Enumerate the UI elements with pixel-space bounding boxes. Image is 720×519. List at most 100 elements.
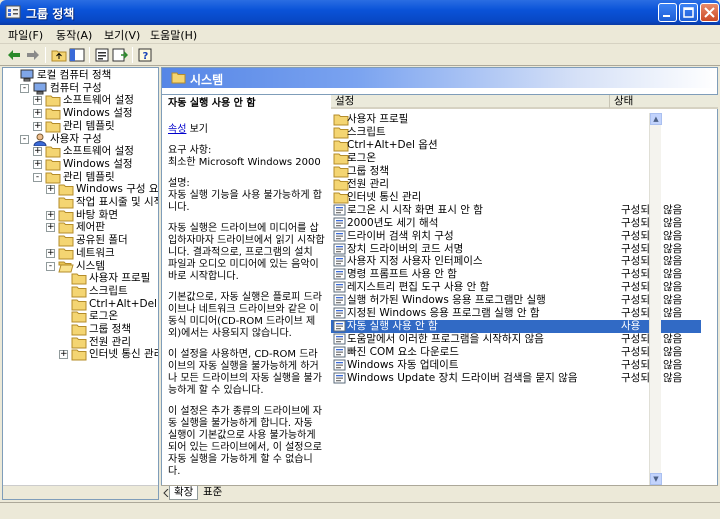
setting-row[interactable]: 스크립트 xyxy=(331,126,701,139)
minimize-icon xyxy=(663,15,670,17)
setting-row[interactable]: 인터넷 통신 관리 xyxy=(331,191,701,204)
tree-node-label: 소프트웨어 설정 xyxy=(63,94,134,107)
setting-row[interactable]: 로그온 xyxy=(331,152,701,165)
folder-icon xyxy=(333,191,349,204)
description-paragraph: 이 설정을 사용하면, CD-ROM 드라이브의 자동 실행을 불가능하게 하거… xyxy=(168,349,322,396)
folder-icon xyxy=(333,113,349,126)
up-one-level-button[interactable] xyxy=(51,47,67,63)
maximize-button[interactable] xyxy=(679,3,698,22)
expand-icon[interactable]: + xyxy=(59,350,68,360)
show-hide-tree-button[interactable] xyxy=(69,47,85,63)
folder-icon xyxy=(333,126,349,139)
collapse-icon[interactable]: - xyxy=(33,172,42,182)
back-arrow-icon xyxy=(8,50,20,60)
setting-name: 사용자 프로필 xyxy=(347,113,409,125)
setting-row[interactable]: 실행 허가된 Windows 응용 프로그램만 실행 구성되지 않음 xyxy=(331,294,701,307)
forward-arrow-icon xyxy=(27,50,39,60)
help-button[interactable]: ? xyxy=(137,47,153,63)
setting-name: 지정된 Windows 응용 프로그램 실행 안 함 xyxy=(347,307,540,320)
explanation-label: 설명: xyxy=(168,178,190,189)
tree-horizontal-scrollbar[interactable] xyxy=(3,485,158,499)
setting-row[interactable]: 사용자 지정 사용자 인터페이스 구성되지 않음 xyxy=(331,255,701,268)
export-list-button[interactable] xyxy=(112,47,128,63)
tree-node-label: 시스템 xyxy=(76,259,105,272)
setting-row[interactable]: Windows Update 장치 드라이버 검색을 묻지 않음 구성되지 않음 xyxy=(331,372,701,385)
expand-icon[interactable]: + xyxy=(33,96,42,106)
folder-icon xyxy=(58,196,74,209)
setting-name: 인터넷 통신 관리 xyxy=(347,190,422,203)
expand-icon[interactable]: + xyxy=(46,185,55,195)
setting-name: 자동 실행 사용 안 함 xyxy=(347,320,438,333)
expand-icon[interactable]: + xyxy=(33,147,42,157)
setting-row[interactable]: 사용자 프로필 xyxy=(331,113,701,126)
back-button[interactable] xyxy=(6,47,22,63)
tree-node-label: 컴퓨터 구성 xyxy=(50,81,102,94)
setting-row[interactable]: 지정된 Windows 응용 프로그램 실행 안 함 구성되지 않음 xyxy=(331,307,701,320)
list-vertical-scrollbar[interactable]: ▲ ▼ xyxy=(649,113,662,485)
setting-row[interactable]: 자동 실행 사용 안 함 사용 xyxy=(331,320,701,334)
folder-icon xyxy=(71,285,87,298)
menu-view[interactable]: 보기(V) xyxy=(104,27,140,43)
scroll-down-icon[interactable]: ▼ xyxy=(650,473,662,485)
policy-setting-icon xyxy=(333,217,346,229)
policy-setting-icon xyxy=(333,204,346,216)
menu-file[interactable]: 파일(F) xyxy=(8,27,43,43)
scroll-up-icon[interactable]: ▲ xyxy=(650,113,662,125)
setting-row[interactable]: Windows 자동 업데이트 구성되지 않음 xyxy=(331,359,701,372)
close-button[interactable] xyxy=(700,3,719,22)
title-bar[interactable]: 그룹 정책 xyxy=(0,0,720,25)
expand-icon[interactable]: + xyxy=(46,210,55,220)
expand-icon[interactable]: + xyxy=(46,223,55,233)
setting-name: 로그온 시 시작 화면 표시 안 함 xyxy=(347,203,483,216)
column-header-setting[interactable]: 설정 xyxy=(331,95,609,109)
explanation-text: 자동 실행 기능을 사용 불가능하게 합니다. xyxy=(168,190,322,213)
folder-icon xyxy=(58,234,74,247)
tree-node-label: 관리 템플릿 xyxy=(63,119,115,132)
setting-row[interactable]: Ctrl+Alt+Del 옵션 xyxy=(331,139,701,152)
minimize-button[interactable] xyxy=(658,3,677,22)
expand-icon[interactable]: + xyxy=(33,121,42,131)
setting-row[interactable]: 그룹 정책 xyxy=(331,165,701,178)
expand-icon[interactable]: + xyxy=(33,109,42,119)
folder-icon xyxy=(333,139,349,152)
console-tree[interactable]: 로컬 컴퓨터 정책 - 컴퓨터 구성 + 소프트웨어 설정 + Windows 설정 + 관리 … xyxy=(2,67,159,500)
policy-setting-icon xyxy=(333,333,346,345)
collapse-icon[interactable]: - xyxy=(20,83,29,93)
setting-name: 레지스트리 편집 도구 사용 안 함 xyxy=(347,281,490,294)
setting-row[interactable]: 명령 프롬프트 사용 안 함 구성되지 않음 xyxy=(331,268,701,281)
settings-list[interactable]: 설정 상태 사용자 프로필 스크립트 Ctrl+Alt+Del 옵션 로그온 그룹 정책… xyxy=(331,95,718,485)
menu-help[interactable]: 도움말(H) xyxy=(150,27,197,43)
folder-icon xyxy=(45,94,61,107)
setting-row[interactable]: 2000년도 세기 해석 구성되지 않음 xyxy=(331,217,701,230)
tab-standard[interactable]: 표준 xyxy=(199,486,226,500)
tree-node-label: 사용자 구성 xyxy=(50,132,102,145)
collapse-icon[interactable]: - xyxy=(46,261,55,271)
folder-icon xyxy=(71,310,87,323)
expand-icon[interactable]: + xyxy=(46,248,55,258)
computer-icon xyxy=(19,69,35,82)
setting-row[interactable]: 전원 관리 xyxy=(331,178,701,191)
forward-button[interactable] xyxy=(25,47,41,63)
details-title: 시스템 xyxy=(190,73,224,87)
menu-action[interactable]: 동작(A) xyxy=(56,27,92,43)
properties-link[interactable]: 속성 xyxy=(168,124,186,135)
policy-setting-icon xyxy=(333,281,346,293)
status-bar xyxy=(0,502,720,519)
setting-row[interactable]: 빠진 COM 요소 다운로드 구성되지 않음 xyxy=(331,346,701,359)
tab-extended[interactable]: 확장 xyxy=(169,486,199,500)
svg-text:?: ? xyxy=(143,51,149,62)
collapse-icon[interactable]: - xyxy=(20,134,29,144)
properties-button[interactable] xyxy=(94,47,110,63)
setting-row[interactable]: 장치 드라이버의 코드 서명 구성되지 않음 xyxy=(331,243,701,256)
setting-row[interactable]: 도움말에서 이러한 프로그램을 시작하지 않음 구성되지 않음 xyxy=(331,333,701,346)
tree-node-label: 사용자 프로필 xyxy=(89,272,151,285)
setting-row[interactable]: 드라이버 검색 위치 구성 구성되지 않음 xyxy=(331,230,701,243)
setting-row[interactable]: 레지스트리 편집 도구 사용 안 함 구성되지 않음 xyxy=(331,281,701,294)
expand-icon[interactable]: + xyxy=(33,159,42,169)
properties-suffix: 보기 xyxy=(186,124,208,135)
setting-name: 그룹 정책 xyxy=(347,164,389,177)
tree-node-label: 제어판 xyxy=(76,221,105,234)
setting-row[interactable]: 로그온 시 시작 화면 표시 안 함 구성되지 않음 xyxy=(331,204,701,217)
column-header-state[interactable]: 상태 xyxy=(609,95,701,109)
setting-name: Windows 자동 업데이트 xyxy=(347,359,459,372)
